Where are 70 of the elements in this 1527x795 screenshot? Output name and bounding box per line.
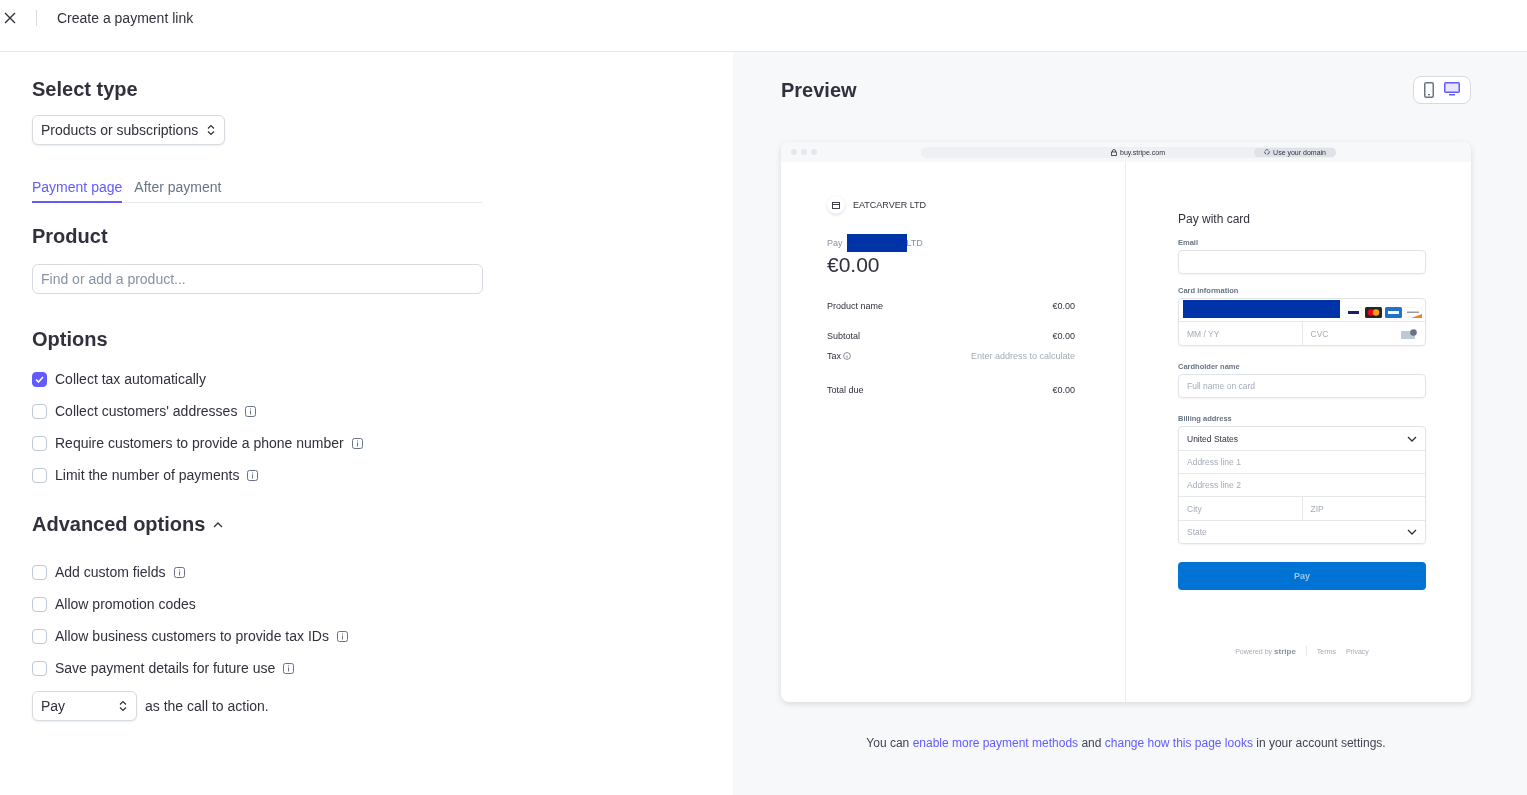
address-line-field[interactable]: Address line 2	[1179, 473, 1425, 496]
total-value: €0.00	[1052, 385, 1075, 395]
settings-link[interactable]: enable more payment methods	[912, 736, 1079, 750]
chevron-updown-icon	[118, 700, 128, 712]
tab[interactable]: Payment page	[32, 179, 123, 203]
settings-link[interactable]: change how this page looks	[1104, 736, 1253, 750]
checkbox[interactable]	[32, 403, 47, 419]
checkbox[interactable]	[32, 435, 47, 451]
lock-icon	[1111, 148, 1117, 156]
merchant-name: EATCARVER LTD	[853, 200, 926, 210]
option-label: Collect tax automatically	[55, 371, 206, 387]
desktop-icon[interactable]	[1444, 82, 1460, 96]
form-title: Pay with card	[1178, 212, 1252, 226]
chevron-updown-icon	[206, 124, 217, 136]
chevron-up-icon[interactable]	[213, 521, 224, 528]
total-label: Total due	[827, 385, 864, 395]
product-search-field[interactable]: Find or add a product...	[32, 264, 483, 294]
close-icon[interactable]	[4, 11, 16, 24]
checkbox[interactable]	[32, 371, 47, 387]
amount-due: €0.00	[827, 253, 881, 277]
cardholder-name-field[interactable]: Full name on card	[1178, 374, 1426, 398]
pay-label: LTD	[906, 238, 923, 248]
option-label: Require customers to provide a phone number	[55, 435, 344, 451]
checkmark-icon	[35, 375, 44, 383]
section-heading: Advanced options	[32, 513, 206, 536]
option-label: Allow promotion codes	[55, 596, 196, 612]
line-item-price: €0.00	[1052, 301, 1075, 311]
settings-note: You can enable more payment methods and change how this page looks in your account settings.	[865, 736, 1387, 750]
preview-heading: Preview	[781, 78, 857, 102]
checkbox[interactable]	[32, 564, 47, 580]
section-heading: Select type	[32, 78, 139, 101]
country-select[interactable]: United States	[1179, 427, 1425, 450]
page-title: Create a payment link	[57, 9, 194, 26]
tab[interactable]: After payment	[134, 179, 222, 203]
pay-button[interactable]: Pay	[1178, 562, 1426, 590]
card-field[interactable]: MM / YY CVC	[1178, 298, 1426, 346]
checkbox[interactable]	[32, 596, 47, 612]
chevron-down-icon	[1407, 435, 1417, 442]
checkbox[interactable]	[32, 660, 47, 676]
refresh-icon	[1264, 149, 1271, 155]
checkbox[interactable]	[32, 467, 47, 483]
address-line-field[interactable]: Address line 1	[1179, 450, 1425, 473]
cvc-field[interactable]: CVC	[1301, 322, 1425, 345]
state-select[interactable]: State	[1179, 520, 1425, 543]
expiry-field[interactable]: MM / YY	[1179, 322, 1302, 345]
option-label: Collect customers' addresses	[55, 403, 238, 419]
checkbox[interactable]	[32, 628, 47, 644]
redaction-block	[846, 234, 907, 252]
info-icon	[843, 352, 851, 360]
chevron-down-icon	[1407, 529, 1417, 535]
option-label: Add custom fields	[55, 564, 166, 580]
tax-label: Tax	[827, 351, 841, 361]
zip-field[interactable]: ZIP	[1301, 497, 1425, 520]
section-heading: Product	[32, 225, 109, 248]
email-field[interactable]	[1178, 250, 1426, 274]
line-item-name: Product name	[827, 301, 884, 311]
mobile-icon[interactable]	[1424, 82, 1434, 98]
section-heading: Options	[32, 328, 109, 351]
option-label: Limit the number of payments	[55, 467, 240, 483]
option-label: Save payment details for future use	[55, 660, 276, 676]
subtotal-value: €0.00	[1052, 331, 1075, 341]
call-to-action-select[interactable]: Pay	[32, 691, 137, 721]
city-field[interactable]: City	[1179, 497, 1302, 520]
cvc-card-icon	[1401, 328, 1417, 339]
tax-value: Enter address to calculate	[970, 351, 1075, 361]
pay-label: Pay	[827, 238, 843, 248]
option-label: Allow business customers to provide tax IDs	[55, 628, 329, 644]
subtotal-label: Subtotal	[827, 331, 861, 341]
type-select[interactable]: Products or subscriptions	[32, 115, 226, 145]
call-to-action-text: as the call to action.	[145, 698, 269, 714]
